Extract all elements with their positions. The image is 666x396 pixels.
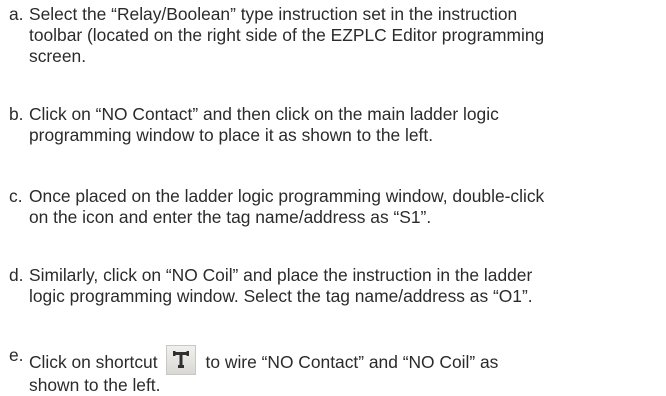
step-text-line: on the icon and enter the tag name/addre…	[29, 207, 432, 227]
instruction-list: a. Select the “Relay/Boolean” type instr…	[9, 4, 663, 396]
step-marker: c.	[9, 186, 23, 206]
step-marker: b.	[9, 104, 24, 124]
step-text-line: to wire “NO Contact” and “NO Coil” as	[205, 352, 499, 372]
step-text-line: Click on “NO Contact” and then click on …	[29, 104, 499, 124]
step-text-line: logic programming window. Select the tag…	[29, 286, 533, 306]
step-marker: e.	[9, 345, 24, 365]
step-text-line: shown to the left.	[29, 375, 161, 395]
step-d: d. Similarly, click on “NO Coil” and pla…	[9, 265, 663, 307]
step-marker: a.	[9, 4, 24, 24]
step-text-line: Similarly, click on “NO Coil” and place …	[29, 265, 533, 285]
step-text-line: Select the “Relay/Boolean” type instruct…	[29, 4, 518, 24]
step-text-line: programming window to place it as shown …	[29, 125, 434, 145]
wire-shortcut-icon	[165, 345, 196, 375]
step-text-line: Once placed on the ladder logic programm…	[29, 186, 545, 206]
step-text-line: Click on shortcut	[29, 352, 158, 372]
step-e: e. Click on shortcut to wire “NO Contact…	[9, 345, 663, 396]
step-c: c. Once placed on the ladder logic progr…	[9, 186, 663, 228]
step-text-line: screen.	[29, 46, 87, 66]
step-a: a. Select the “Relay/Boolean” type instr…	[9, 4, 663, 67]
step-b: b. Click on “NO Contact” and then click …	[9, 104, 663, 146]
step-text-line: toolbar (located on the right side of th…	[29, 25, 545, 45]
step-marker: d.	[9, 265, 24, 285]
